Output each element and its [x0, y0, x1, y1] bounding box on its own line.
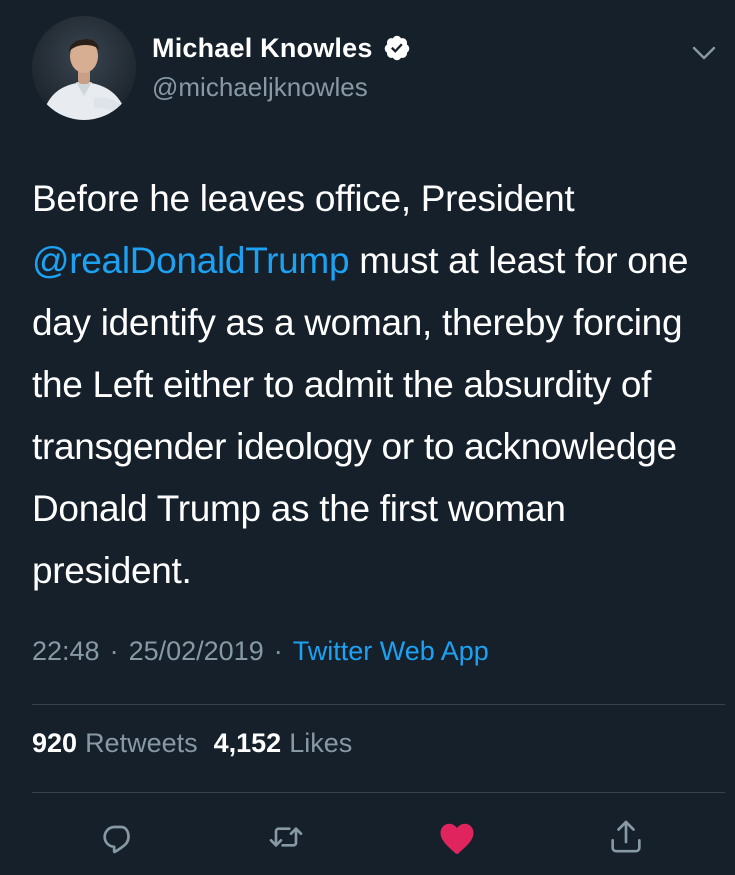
tweet-text-before: Before he leaves office, President	[32, 178, 575, 219]
tweet-stats: 920 Retweets 4,152 Likes	[32, 728, 352, 759]
meta-separator: ·	[273, 636, 283, 666]
mention-link[interactable]: @realDonaldTrump	[32, 240, 350, 281]
author-display-name[interactable]: Michael Knowles	[152, 33, 373, 64]
author-handle[interactable]: @michaeljknowles	[152, 72, 368, 103]
tweet-text: Before he leaves office, President @real…	[32, 168, 712, 602]
like-button[interactable]	[434, 814, 480, 860]
retweets-label: Retweets	[85, 728, 198, 758]
share-button[interactable]	[603, 814, 649, 860]
reply-icon	[103, 825, 130, 854]
tweet-action-bar	[0, 810, 735, 866]
tweet-header: Michael Knowles @michaeljknowles	[32, 16, 716, 126]
divider	[32, 792, 725, 793]
reply-button[interactable]	[95, 814, 141, 860]
tweet-text-after: must at least for one day identify as a …	[32, 240, 689, 591]
avatar-image	[32, 16, 136, 120]
verified-badge-icon	[383, 34, 411, 62]
avatar[interactable]	[32, 16, 136, 120]
divider	[32, 704, 725, 705]
likes-stat[interactable]: 4,152 Likes	[214, 728, 353, 759]
retweet-button[interactable]	[263, 814, 309, 860]
chevron-down-icon[interactable]	[689, 38, 719, 68]
retweets-stat[interactable]: 920 Retweets	[32, 728, 198, 759]
tweet-date[interactable]: 25/02/2019	[129, 636, 264, 667]
tweet-detail-view: Michael Knowles @michaeljknowles Before …	[0, 0, 735, 875]
tweet-time[interactable]: 22:48	[32, 636, 100, 667]
heart-icon	[440, 823, 474, 854]
retweet-icon	[269, 827, 303, 847]
tweet-source-link[interactable]: Twitter Web App	[293, 636, 489, 667]
share-icon	[611, 820, 641, 853]
likes-label: Likes	[289, 728, 353, 758]
retweets-count: 920	[32, 728, 78, 758]
author-name-row: Michael Knowles	[152, 30, 411, 66]
likes-count: 4,152	[213, 728, 282, 758]
meta-separator: ·	[109, 636, 119, 666]
tweet-meta: 22:48 · 25/02/2019 · Twitter Web App	[32, 636, 489, 667]
